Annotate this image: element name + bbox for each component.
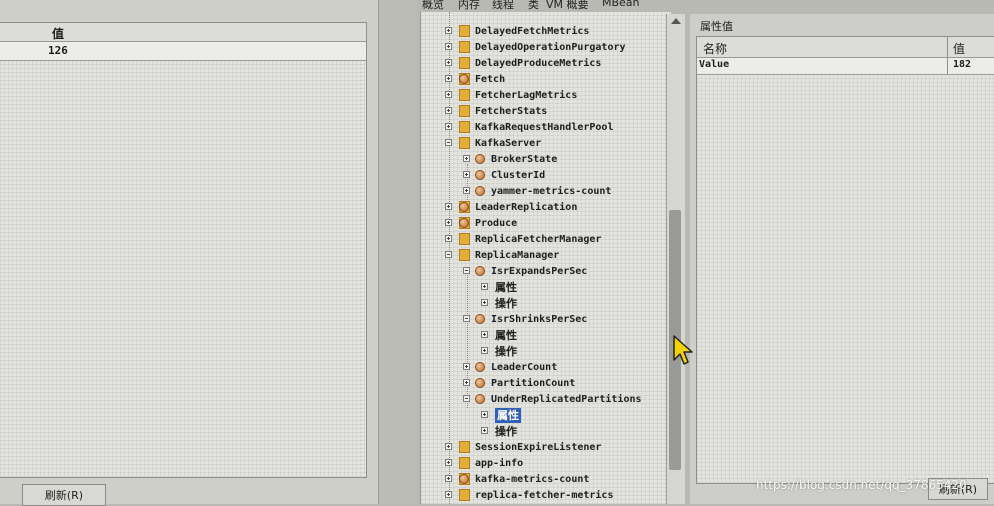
attribute-values-panel: 属性值 名称 值 Value 182 <box>690 14 994 504</box>
expand-icon[interactable] <box>481 347 488 354</box>
mbean-tree[interactable]: DelayedFetchMetrics DelayedOperationPurg… <box>420 12 671 504</box>
expand-icon[interactable] <box>445 123 452 130</box>
tree-guide-line <box>467 164 468 204</box>
watermark-text: https://blog.csdn.net/qq_37865420 <box>756 478 967 492</box>
tree-scrollbar[interactable] <box>666 14 685 504</box>
split-pane-divider[interactable] <box>378 0 417 504</box>
tab-bar: 概览 内存 线程 类 VM 概要 MBean <box>420 0 994 12</box>
folder-icon <box>459 137 470 149</box>
expand-icon[interactable] <box>481 299 488 306</box>
expand-icon[interactable] <box>445 203 452 210</box>
folder-icon <box>459 41 470 53</box>
tab-mbean[interactable]: MBean <box>602 0 640 9</box>
expand-icon[interactable] <box>445 443 452 450</box>
attribute-value-cell[interactable]: 182 <box>953 59 971 70</box>
expand-icon[interactable] <box>463 171 470 178</box>
tab-overview[interactable]: 概览 <box>422 0 444 12</box>
collapse-icon[interactable] <box>445 251 452 258</box>
name-column-header[interactable]: 名称 <box>703 40 727 57</box>
expand-icon[interactable] <box>445 219 452 226</box>
expand-icon[interactable] <box>445 235 452 242</box>
expand-icon[interactable] <box>463 363 470 370</box>
mbean-icon <box>459 218 469 228</box>
collapse-icon[interactable] <box>463 267 470 274</box>
table-row[interactable]: Value 182 <box>697 58 994 75</box>
folder-icon <box>459 89 470 101</box>
expand-icon[interactable] <box>481 411 488 418</box>
mbean-icon <box>475 186 485 196</box>
left-attribute-panel: 值 126 刷新(R) <box>0 0 378 506</box>
folder-icon <box>459 457 470 469</box>
mbean-icon <box>475 378 485 388</box>
expand-icon[interactable] <box>445 59 452 66</box>
expand-icon[interactable] <box>463 379 470 386</box>
expand-icon[interactable] <box>445 27 452 34</box>
table-row[interactable]: 126 <box>0 42 366 61</box>
expand-icon[interactable] <box>463 155 470 162</box>
expand-icon[interactable] <box>481 427 488 434</box>
folder-icon <box>459 489 470 501</box>
tab-vm-summary[interactable]: VM 概要 <box>546 0 589 12</box>
mbean-icon <box>475 266 485 276</box>
tab-memory[interactable]: 内存 <box>458 0 480 12</box>
mouse-pointer-icon <box>673 335 693 365</box>
mbean-icon <box>475 170 485 180</box>
collapse-icon[interactable] <box>463 315 470 322</box>
expand-icon[interactable] <box>481 283 488 290</box>
expand-icon[interactable] <box>445 91 452 98</box>
table-header: 名称 值 <box>697 37 994 58</box>
attribute-values-table: 名称 值 Value 182 <box>696 36 994 484</box>
folder-icon <box>459 121 470 133</box>
mbean-icon <box>459 74 469 84</box>
expand-icon[interactable] <box>445 43 452 50</box>
value-header-label: 值 <box>52 27 65 41</box>
column-divider[interactable] <box>947 37 948 57</box>
mbean-icon <box>475 154 485 164</box>
attribute-value-table: 值 126 <box>0 22 367 478</box>
mbean-icon <box>459 202 469 212</box>
tree-guide-line <box>449 12 450 504</box>
folder-icon <box>459 441 470 453</box>
tab-classes[interactable]: 类 <box>528 0 539 12</box>
refresh-button[interactable]: 刷新(R) <box>22 484 106 506</box>
attribute-name-cell: Value <box>699 59 730 70</box>
tab-threads[interactable]: 线程 <box>492 0 514 12</box>
mbean-icon <box>475 362 485 372</box>
scroll-up-arrow-icon[interactable] <box>671 18 681 24</box>
folder-icon <box>459 25 470 37</box>
mbean-icon <box>475 314 485 324</box>
value-cell: 126 <box>48 44 68 57</box>
folder-icon <box>459 249 470 261</box>
folder-icon <box>459 233 470 245</box>
column-divider <box>947 58 948 74</box>
expand-icon[interactable] <box>445 107 452 114</box>
expand-icon[interactable] <box>463 187 470 194</box>
expand-icon[interactable] <box>445 475 452 482</box>
value-column-header[interactable]: 值 <box>953 40 965 57</box>
panel-title: 属性值 <box>700 20 733 33</box>
collapse-icon[interactable] <box>463 395 470 402</box>
expand-icon[interactable] <box>445 75 452 82</box>
expand-icon[interactable] <box>481 331 488 338</box>
tree-guide-line <box>467 268 468 408</box>
expand-icon[interactable] <box>445 491 452 498</box>
expand-icon[interactable] <box>445 459 452 466</box>
folder-icon <box>459 57 470 69</box>
collapse-icon[interactable] <box>445 139 452 146</box>
mbean-icon <box>459 474 469 484</box>
folder-icon <box>459 105 470 117</box>
mbean-icon <box>475 394 485 404</box>
value-column-header[interactable]: 值 <box>0 23 366 42</box>
